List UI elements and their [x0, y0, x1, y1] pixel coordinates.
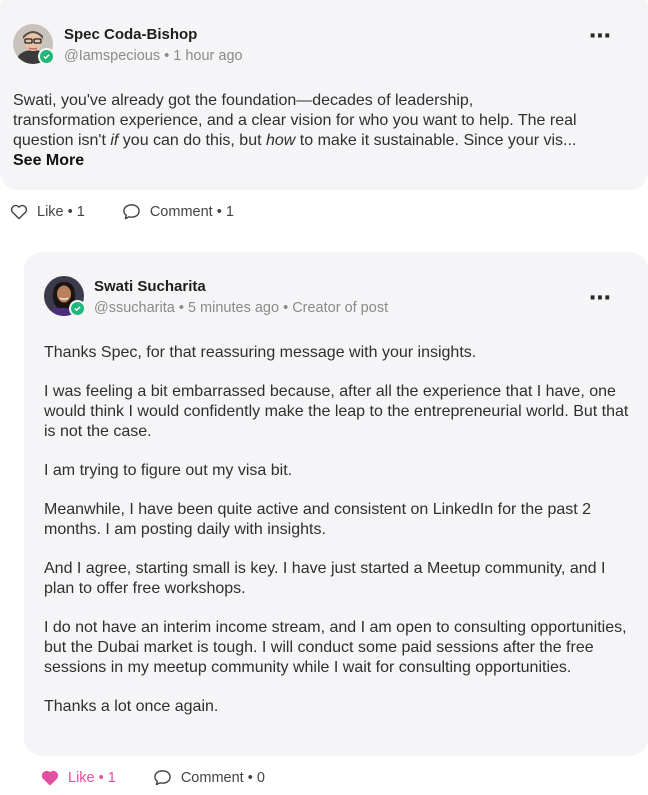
meta-separator: •: [63, 203, 77, 220]
avatar[interactable]: [44, 276, 86, 317]
post-time: 5 minutes ago: [187, 300, 280, 316]
comment-text: Swati, you've already got the foundation…: [13, 91, 638, 171]
comment-line: question isn't if you can do this, but h…: [13, 132, 577, 149]
reply-actions: Like • 1 Comment • 0: [41, 769, 265, 786]
avatar[interactable]: [13, 24, 55, 65]
like-button[interactable]: Like • 1: [41, 770, 116, 786]
post-time: 1 hour ago: [173, 48, 243, 64]
reply-paragraph: And I agree, starting small is key. I ha…: [44, 560, 606, 597]
reply-paragraph: Meanwhile, I have been quite active and …: [44, 501, 592, 538]
comment-line: Swati, you've already got the foundation…: [13, 92, 474, 109]
like-count: 1: [76, 203, 85, 220]
speech-bubble-icon: [123, 204, 140, 220]
reply-paragraph: I am trying to figure out my visa bit.: [44, 462, 293, 479]
comment-actions: Like • 1 Comment • 1: [10, 203, 234, 220]
reply-paragraph: Thanks Spec, for that reassuring message…: [44, 344, 477, 361]
author-name[interactable]: Swati Sucharita: [94, 278, 206, 295]
comment-label: Comment: [149, 203, 213, 220]
like-label: Like: [37, 203, 64, 220]
comment-button[interactable]: Comment • 1: [122, 203, 234, 220]
comment-label: Comment: [180, 769, 244, 786]
reply-paragraph: Thanks a lot once again.: [44, 698, 219, 715]
more-options-button[interactable]: ⋯: [589, 285, 612, 311]
like-count: 1: [107, 769, 116, 786]
reply-paragraph: I was feeling a bit embarrassed because,…: [44, 383, 629, 440]
comment-count: 1: [225, 203, 234, 220]
author-handle[interactable]: @ssucharita: [94, 300, 175, 316]
meta-separator: •: [243, 769, 257, 786]
like-label: Like: [68, 769, 95, 786]
meta-separator: •: [178, 300, 188, 316]
author-meta: @ssucharita • 5 minutes ago • Creator of…: [94, 300, 388, 316]
heart-filled-icon: [41, 770, 59, 785]
author-name[interactable]: Spec Coda-Bishop: [64, 26, 197, 43]
comment-card: Spec Coda-Bishop @Iamspecious • 1 hour a…: [0, 0, 648, 190]
meta-separator: •: [212, 203, 226, 220]
comment-line: transformation experience, and a clear v…: [13, 112, 577, 129]
reply-paragraph: I do not have an interim income stream, …: [44, 619, 627, 676]
meta-separator: •: [164, 48, 174, 64]
reply-text: Thanks Spec, for that reassuring message…: [44, 343, 634, 736]
creator-tag: Creator of post: [292, 300, 389, 316]
heart-icon: [10, 204, 28, 219]
comment-count: 0: [256, 769, 265, 786]
verified-badge-icon: [38, 48, 55, 65]
author-handle[interactable]: @Iamspecious: [64, 48, 160, 64]
meta-separator: •: [94, 769, 108, 786]
like-button[interactable]: Like • 1: [10, 204, 85, 220]
more-options-button[interactable]: ⋯: [589, 23, 612, 49]
meta-separator: •: [283, 300, 293, 316]
verified-badge-icon: [69, 300, 86, 317]
speech-bubble-icon: [154, 770, 171, 786]
author-meta: @Iamspecious • 1 hour ago: [64, 48, 243, 64]
comment-button[interactable]: Comment • 0: [153, 769, 265, 786]
reply-card: Swati Sucharita @ssucharita • 5 minutes …: [24, 252, 648, 756]
see-more-link[interactable]: See More: [13, 151, 638, 171]
